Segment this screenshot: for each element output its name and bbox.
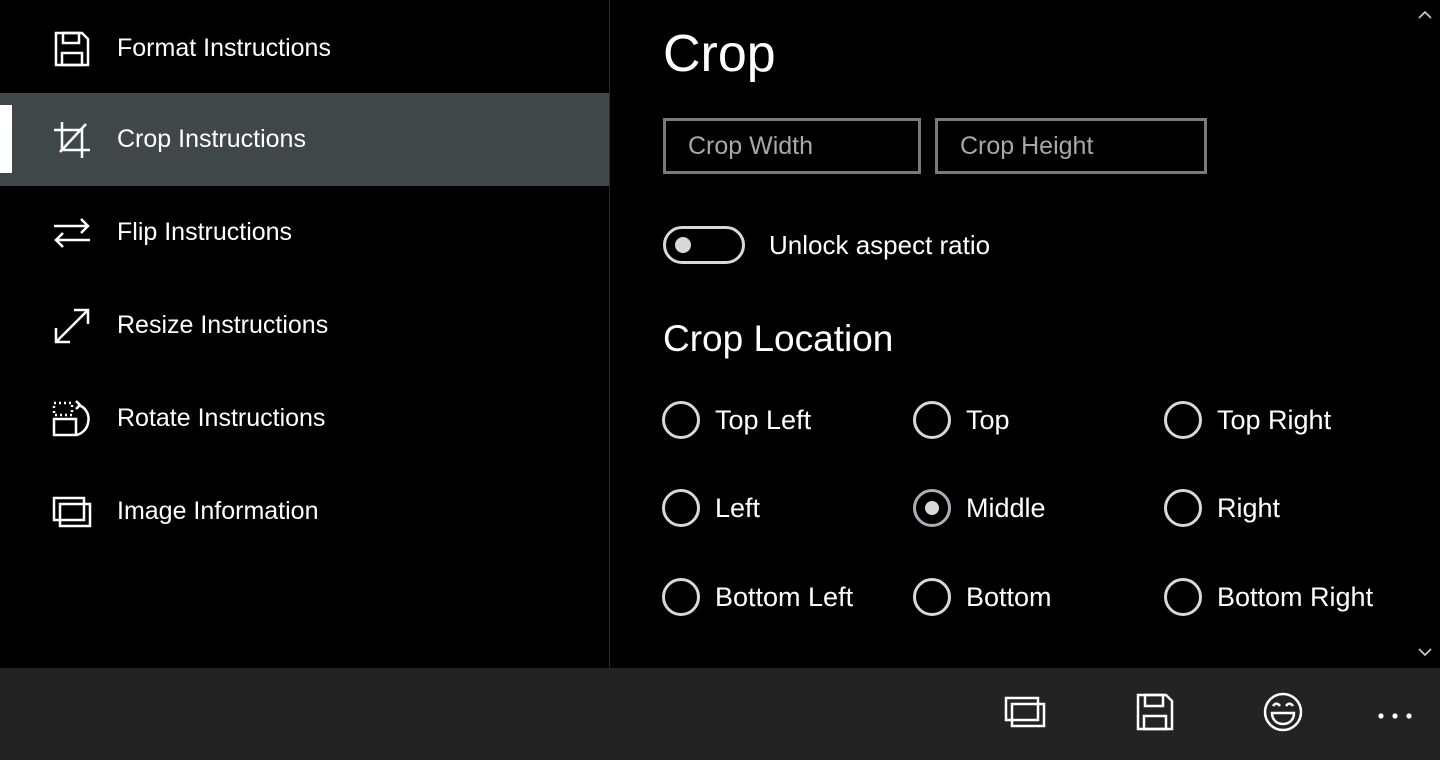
sidebar-item-rotate[interactable]: Rotate Instructions bbox=[0, 372, 609, 465]
floppy-disk-icon bbox=[52, 29, 92, 69]
page-title: Crop bbox=[663, 25, 776, 83]
selection-indicator bbox=[0, 105, 12, 173]
rotate-icon bbox=[52, 399, 92, 439]
sidebar-item-crop[interactable]: Crop Instructions bbox=[0, 93, 609, 186]
radio-label: Bottom bbox=[966, 581, 1052, 612]
radio-dot bbox=[925, 501, 939, 515]
radio-circle bbox=[662, 489, 700, 527]
radio-label: Top Right bbox=[1217, 404, 1332, 435]
sidebar-item-image-info[interactable]: Image Information bbox=[0, 465, 609, 558]
radio-label: Bottom Right bbox=[1217, 581, 1374, 612]
radio-bottom-right[interactable]: Bottom Right bbox=[1164, 578, 1373, 616]
image-stack-icon bbox=[52, 492, 92, 532]
crop-panel: Crop Unlock aspect ratio Crop Location T… bbox=[610, 0, 1410, 668]
image-stack-icon bbox=[1004, 696, 1046, 728]
radio-top-left[interactable]: Top Left bbox=[662, 401, 811, 439]
sidebar-item-flip[interactable]: Flip Instructions bbox=[0, 186, 609, 279]
radio-bottom-left[interactable]: Bottom Left bbox=[662, 578, 853, 616]
sidebar-item-label: Resize Instructions bbox=[117, 311, 329, 339]
bottom-app-bar bbox=[0, 668, 1440, 760]
toggle-knob bbox=[675, 237, 691, 253]
radio-top[interactable]: Top bbox=[913, 401, 1010, 439]
emoji-button[interactable] bbox=[1261, 690, 1305, 734]
crop-icon bbox=[52, 120, 92, 160]
sidebar: Format Instructions Crop Instructions Fl… bbox=[0, 0, 610, 668]
radio-left[interactable]: Left bbox=[662, 489, 760, 527]
smiley-icon bbox=[1263, 692, 1303, 732]
sidebar-item-format[interactable]: Format Instructions bbox=[0, 2, 609, 95]
radio-label: Bottom Left bbox=[715, 581, 854, 612]
radio-circle bbox=[913, 578, 951, 616]
unlock-aspect-toggle[interactable] bbox=[663, 226, 745, 264]
radio-top-right[interactable]: Top Right bbox=[1164, 401, 1331, 439]
radio-circle bbox=[1164, 578, 1202, 616]
sidebar-item-resize[interactable]: Resize Instructions bbox=[0, 279, 609, 372]
crop-width-input[interactable] bbox=[663, 118, 921, 174]
radio-right[interactable]: Right bbox=[1164, 489, 1280, 527]
radio-circle bbox=[662, 401, 700, 439]
radio-label: Right bbox=[1217, 492, 1281, 523]
crop-height-input[interactable] bbox=[935, 118, 1207, 174]
sidebar-item-label: Flip Instructions bbox=[117, 218, 293, 246]
scrollbar[interactable] bbox=[1410, 0, 1440, 668]
radio-bottom[interactable]: Bottom bbox=[913, 578, 1052, 616]
radio-label: Middle bbox=[966, 492, 1046, 523]
section-title: Crop Location bbox=[663, 318, 894, 359]
radio-circle bbox=[662, 578, 700, 616]
radio-middle[interactable]: Middle bbox=[913, 489, 1046, 527]
more-button[interactable] bbox=[1373, 690, 1417, 734]
radio-circle bbox=[1164, 401, 1202, 439]
sidebar-item-label: Image Information bbox=[117, 497, 319, 525]
scroll-down-icon[interactable] bbox=[1418, 645, 1432, 659]
sidebar-item-label: Crop Instructions bbox=[117, 125, 306, 153]
save-button[interactable] bbox=[1133, 690, 1177, 734]
flip-arrows-icon bbox=[52, 213, 92, 253]
sidebar-item-label: Rotate Instructions bbox=[117, 404, 326, 432]
radio-circle bbox=[913, 489, 951, 527]
radio-circle bbox=[913, 401, 951, 439]
save-icon bbox=[1136, 693, 1174, 731]
scroll-up-icon[interactable] bbox=[1418, 8, 1432, 22]
radio-label: Left bbox=[715, 492, 761, 523]
image-stack-button[interactable] bbox=[1003, 690, 1047, 734]
sidebar-item-label: Format Instructions bbox=[117, 34, 331, 62]
radio-label: Top bbox=[966, 404, 1010, 435]
radio-label: Top Left bbox=[715, 404, 812, 435]
more-icon bbox=[1378, 713, 1412, 719]
toggle-label: Unlock aspect ratio bbox=[769, 230, 991, 260]
resize-arrow-icon bbox=[52, 306, 92, 346]
radio-circle bbox=[1164, 489, 1202, 527]
